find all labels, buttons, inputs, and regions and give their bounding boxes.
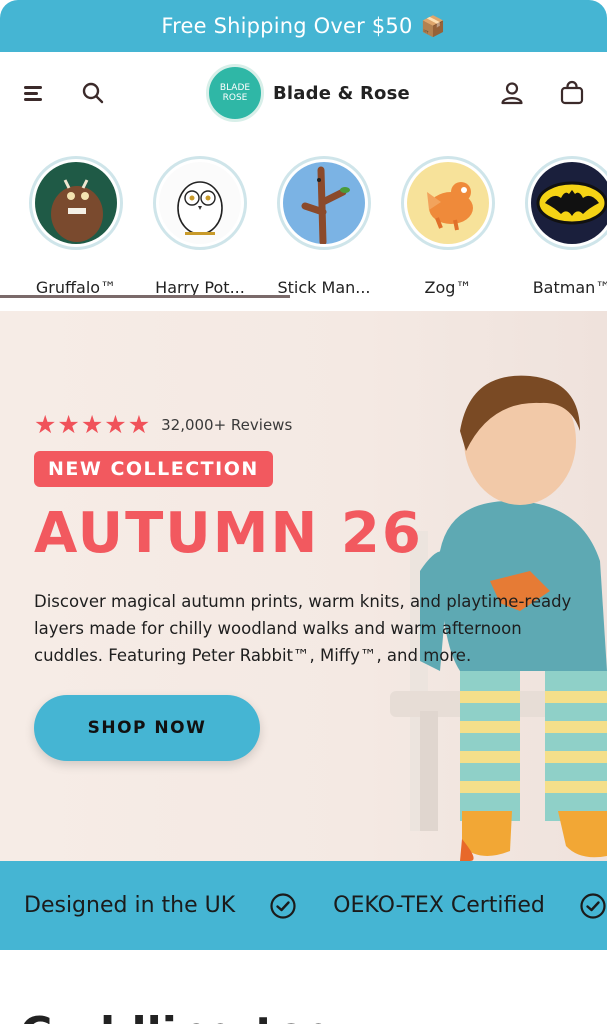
site-header: BLADE ROSE Blade & Rose bbox=[0, 52, 607, 136]
star-icon: ★ bbox=[80, 410, 104, 439]
check-circle-icon bbox=[580, 892, 606, 919]
stick-man-image bbox=[283, 162, 365, 244]
zog-image bbox=[407, 162, 489, 244]
usp-strip: Designed in the UK OEKO-TEX Certified bbox=[0, 861, 607, 950]
logo-text: BLADE ROSE bbox=[219, 83, 251, 103]
hero-description: Discover magical autumn prints, warm kni… bbox=[34, 592, 572, 665]
announcement-bar: Free Shipping Over $50 📦 bbox=[0, 0, 607, 52]
logo-badge: BLADE ROSE bbox=[206, 64, 264, 122]
character-harry-potter[interactable]: Harry Pot... bbox=[150, 156, 250, 297]
brand-logo[interactable]: BLADE ROSE Blade & Rose bbox=[206, 64, 410, 122]
owl-image bbox=[159, 162, 241, 244]
character-batman[interactable]: Batman™ bbox=[522, 156, 607, 297]
search-icon[interactable] bbox=[78, 78, 108, 108]
review-count: 32,000+ Reviews bbox=[161, 415, 293, 434]
usp-text: Designed in the UK bbox=[24, 893, 236, 918]
section-heading: Cuddling tog... bbox=[20, 1008, 388, 1024]
announcement-text: Free Shipping Over $50 bbox=[161, 14, 413, 38]
gruffalo-image bbox=[35, 162, 117, 244]
usp-text: OEKO-TEX Certified bbox=[333, 893, 545, 918]
hero-banner: ★ ★ ★ ★ ★ 32,000+ Reviews NEW COLLECTION… bbox=[0, 311, 607, 861]
rating: ★ ★ ★ ★ ★ 32,000+ Reviews bbox=[34, 412, 292, 437]
box-icon: 📦 bbox=[420, 14, 446, 38]
hero-headline: AUTUMN 26 bbox=[34, 501, 423, 566]
batman-image bbox=[531, 162, 607, 244]
check-circle-icon bbox=[270, 892, 296, 919]
star-icon: ★ bbox=[104, 410, 127, 439]
carousel-scrollbar-thumb[interactable] bbox=[0, 295, 290, 298]
menu-icon[interactable] bbox=[20, 78, 50, 108]
carousel-scrollbar[interactable] bbox=[0, 295, 607, 298]
character-carousel[interactable]: Gruffalo™ Harry Pot... Stick Man... Zog™… bbox=[0, 152, 607, 302]
character-zog[interactable]: Zog™ bbox=[398, 156, 498, 297]
brand-name: Blade & Rose bbox=[273, 82, 410, 104]
usp-item: OEKO-TEX Certified bbox=[333, 892, 607, 920]
star-icon: ★ bbox=[57, 410, 80, 439]
character-stick-man[interactable]: Stick Man... bbox=[274, 156, 374, 297]
cart-bag-icon[interactable] bbox=[557, 78, 587, 108]
character-gruffalo[interactable]: Gruffalo™ bbox=[26, 156, 126, 297]
usp-item: Designed in the UK bbox=[24, 892, 297, 920]
star-icon: ★ bbox=[127, 410, 151, 439]
shop-now-button[interactable]: SHOP NOW bbox=[34, 695, 260, 761]
collection-badge: NEW COLLECTION bbox=[34, 451, 273, 487]
star-icon: ★ bbox=[34, 410, 57, 439]
account-icon[interactable] bbox=[497, 78, 527, 108]
